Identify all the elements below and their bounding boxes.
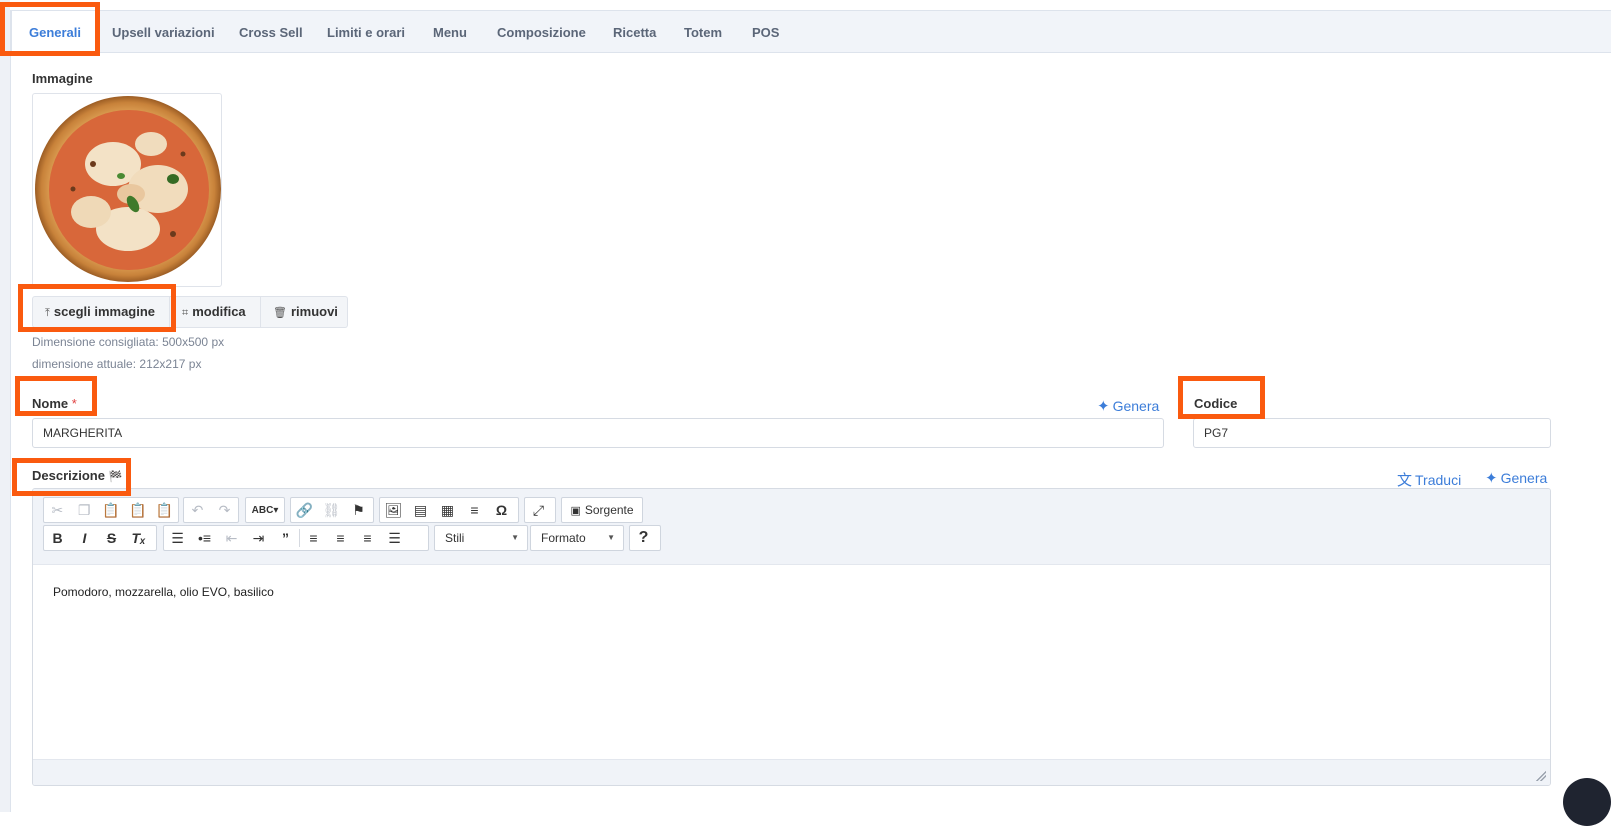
spellcheck-icon[interactable]: ABC▾ [246, 498, 284, 522]
strikethrough-icon[interactable]: S [98, 526, 125, 550]
tab-bar: Generali Upsell variazioni Cross Sell Li… [11, 11, 1611, 54]
flag-icon: 🏁 [108, 471, 123, 483]
name-input[interactable]: MARGHERITA [32, 418, 1164, 448]
pizza-image [35, 96, 221, 282]
translate-icon: 文 [1397, 472, 1413, 489]
generate-name-link[interactable]: ✦ Genera [1097, 397, 1159, 415]
image-label: Immagine [32, 71, 93, 86]
chat-widget-button[interactable] [1563, 778, 1611, 826]
tab-generali[interactable]: Generali [11, 11, 99, 54]
bold-icon[interactable]: B [44, 526, 71, 550]
trash-icon: 🗑 [273, 307, 287, 319]
remove-image-button[interactable]: 🗑 rimuovi [261, 296, 348, 328]
blockquote-icon[interactable]: ” [272, 526, 299, 550]
description-label: Descrizione 🏁 [32, 468, 123, 483]
link-icon[interactable]: 🔗 [291, 498, 318, 522]
embed-icon[interactable]: ▤ [407, 498, 434, 522]
image-button-group: ⤒ scegli immagine ⌗ modifica 🗑 rimuovi [32, 296, 348, 328]
clipboard-group: ✂ ❐ 📋 📋 📋 [43, 497, 179, 523]
rich-text-editor: ✂ ❐ 📋 📋 📋 ↶ ↷ ABC▾ 🔗 ⛓ ⚑ 🖼 ▤ ▦ ≡ Ω ⤢ ▣ S… [32, 488, 1551, 786]
format-dropdown[interactable]: Formato ▼ [530, 525, 624, 551]
special-char-icon[interactable]: Ω [488, 498, 515, 522]
source-group: ▣ Sorgente [561, 497, 643, 523]
link-group: 🔗 ⛓ ⚑ [290, 497, 374, 523]
editor-content[interactable]: Pomodoro, mozzarella, olio EVO, basilico [53, 585, 274, 599]
help-button[interactable]: ? [630, 526, 657, 550]
crop-icon: ⌗ [182, 307, 189, 319]
help-group: ? [629, 525, 661, 551]
undo-icon[interactable]: ↶ [184, 498, 211, 522]
align-right-icon[interactable]: ≡ [354, 526, 381, 550]
tab-totem[interactable]: Totem [684, 11, 722, 53]
chevron-down-icon: ▼ [511, 533, 519, 542]
maximize-group: ⤢ [524, 497, 556, 523]
bulleted-list-icon[interactable]: •≡ [191, 526, 218, 550]
indent-icon[interactable]: ⇥ [245, 526, 272, 550]
align-center-icon[interactable]: ≡ [327, 526, 354, 550]
copy-icon[interactable]: ❐ [71, 498, 98, 522]
tab-menu[interactable]: Menu [433, 11, 467, 53]
tab-upsell-variazioni[interactable]: Upsell variazioni [112, 11, 215, 53]
cut-icon[interactable]: ✂ [44, 498, 71, 522]
product-image[interactable] [32, 93, 222, 287]
code-input[interactable]: PG7 [1193, 418, 1551, 448]
paragraph-group: ☰ •≡ ⇤ ⇥ ” ≡ ≡ ≡ ☰ [163, 525, 429, 551]
tab-ricetta[interactable]: Ricetta [613, 11, 656, 53]
outdent-icon[interactable]: ⇤ [218, 526, 245, 550]
table-icon[interactable]: ▦ [434, 498, 461, 522]
unlink-icon[interactable]: ⛓ [318, 498, 345, 522]
source-icon: ▣ [570, 504, 581, 517]
choose-image-button[interactable]: ⤒ scegli immagine [32, 296, 170, 328]
tab-cross-sell[interactable]: Cross Sell [239, 11, 303, 53]
upload-icon: ⤒ [45, 307, 50, 319]
current-size-hint: dimensione attuale: 212x217 px [32, 357, 202, 371]
edit-image-button[interactable]: ⌗ modifica [170, 296, 261, 328]
required-mark: * [71, 396, 77, 411]
justify-icon[interactable]: ☰ [381, 526, 408, 550]
recommended-size-hint: Dimensione consigliata: 500x500 px [32, 335, 225, 349]
format-group: B I S Tₓ [43, 525, 157, 551]
name-label: Nome * [32, 396, 77, 411]
tab-pos[interactable]: POS [752, 11, 779, 53]
translate-link[interactable]: 文 Traduci [1397, 469, 1461, 490]
tab-limiti-e-orari[interactable]: Limiti e orari [327, 11, 405, 53]
align-left-icon[interactable]: ≡ [300, 526, 327, 550]
resize-handle[interactable] [1536, 771, 1546, 781]
anchor-flag-icon[interactable]: ⚑ [345, 498, 372, 522]
generate-description-link[interactable]: ✦ Genera [1485, 469, 1547, 487]
code-label: Codice [1194, 396, 1238, 411]
paste-text-icon[interactable]: 📋 [124, 498, 151, 522]
editor-statusbar [33, 759, 1550, 785]
spellcheck-group: ABC▾ [245, 497, 285, 523]
maximize-icon[interactable]: ⤢ [525, 498, 552, 522]
chevron-down-icon: ▼ [607, 533, 615, 542]
redo-icon[interactable]: ↷ [211, 498, 238, 522]
horizontal-line-icon[interactable]: ≡ [461, 498, 488, 522]
sparkle-icon: ✦ [1097, 398, 1110, 415]
styles-dropdown[interactable]: Stili ▼ [434, 525, 528, 551]
paste-icon[interactable]: 📋 [98, 498, 125, 522]
numbered-list-icon[interactable]: ☰ [164, 526, 191, 550]
editor-toolbar: ✂ ❐ 📋 📋 📋 ↶ ↷ ABC▾ 🔗 ⛓ ⚑ 🖼 ▤ ▦ ≡ Ω ⤢ ▣ S… [33, 489, 1550, 565]
source-button[interactable]: ▣ Sorgente [562, 498, 642, 522]
insert-group: 🖼 ▤ ▦ ≡ Ω [379, 497, 519, 523]
left-rail [0, 0, 10, 812]
image-icon[interactable]: 🖼 [380, 498, 407, 522]
paste-word-icon[interactable]: 📋 [151, 498, 178, 522]
remove-format-icon[interactable]: Tₓ [125, 526, 152, 550]
italic-icon[interactable]: I [71, 526, 98, 550]
tab-composizione[interactable]: Composizione [497, 11, 586, 53]
sparkle-icon: ✦ [1485, 470, 1498, 487]
undo-group: ↶ ↷ [183, 497, 239, 523]
